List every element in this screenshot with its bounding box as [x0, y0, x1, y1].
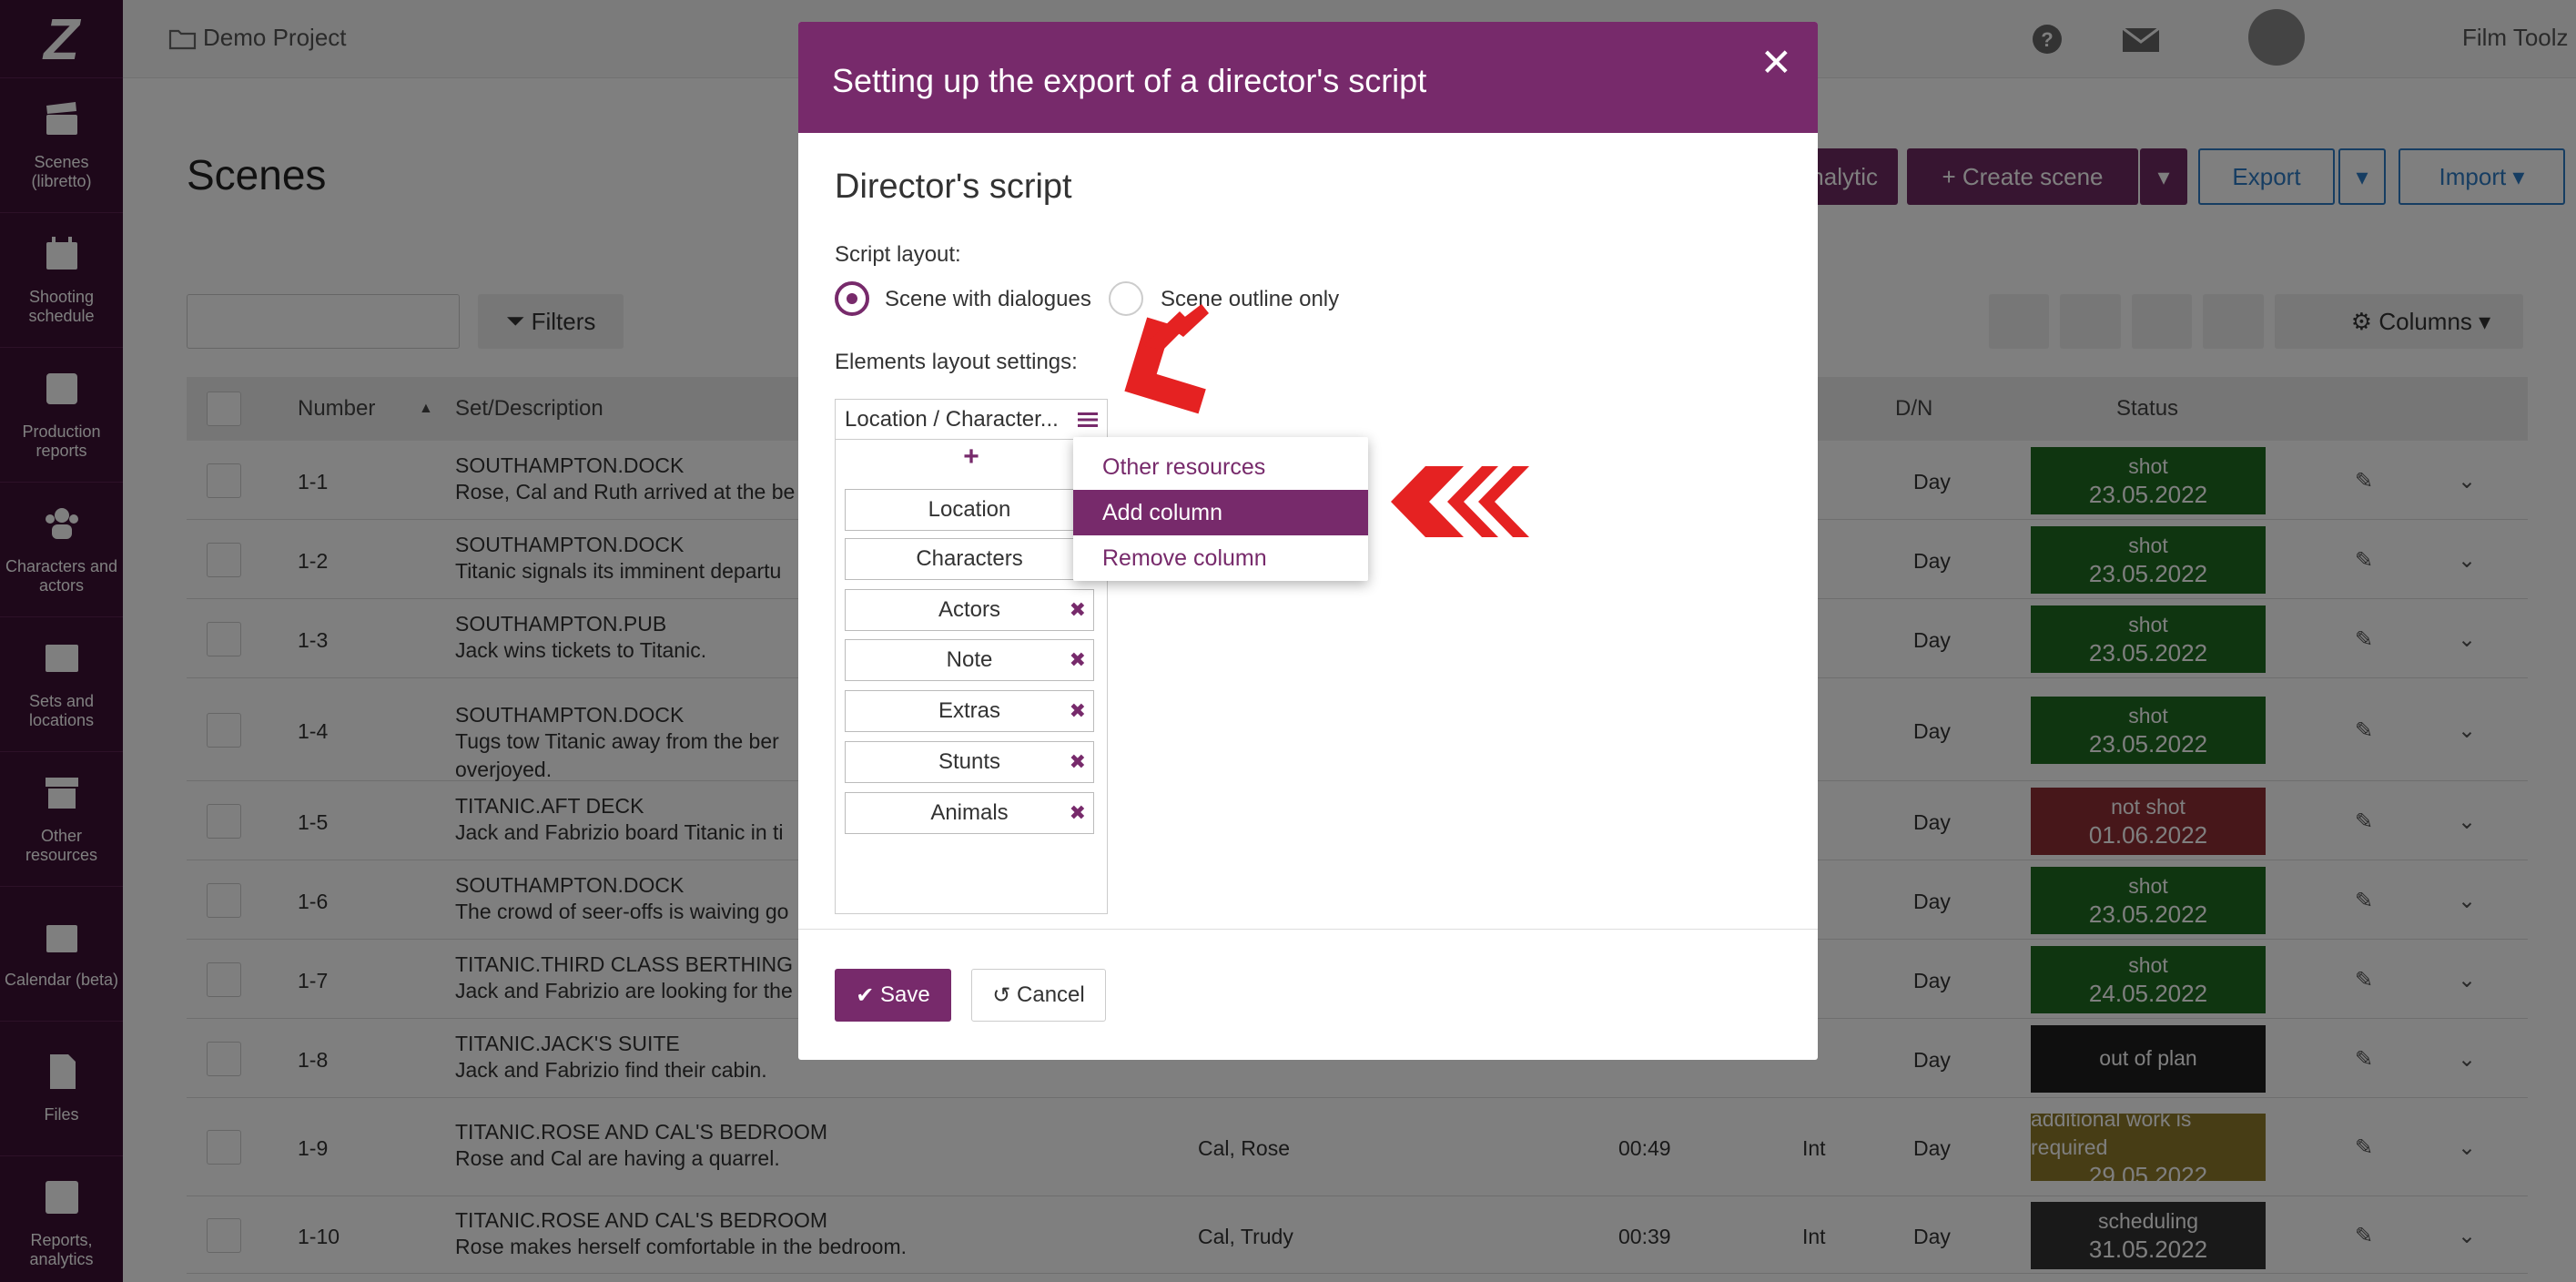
remove-icon[interactable]: ✖: [1070, 648, 1086, 672]
cancel-button[interactable]: ↺ Cancel: [971, 969, 1106, 1022]
close-icon[interactable]: ✕: [1760, 40, 1792, 85]
tutorial-arrow-add-column-icon: [1391, 466, 1529, 537]
script-layout-label: Script layout:: [835, 242, 961, 267]
column-box: Location / Character... + Location Charac…: [835, 399, 1108, 914]
element-actors[interactable]: Actors ✖: [845, 589, 1094, 631]
element-label: Characters: [916, 546, 1023, 571]
export-setup-modal: Setting up the export of a director's sc…: [798, 22, 1818, 1060]
column-header-label: Location / Character...: [845, 406, 1059, 432]
radio-scene-with-dialogues-label[interactable]: Scene with dialogues: [885, 287, 1091, 312]
elements-layout-label: Elements layout settings:: [835, 350, 1078, 374]
save-label: Save: [880, 982, 930, 1007]
remove-icon[interactable]: ✖: [1070, 750, 1086, 774]
element-stunts[interactable]: Stunts ✖: [845, 741, 1094, 783]
element-animals[interactable]: Animals ✖: [845, 792, 1094, 834]
element-label: Stunts: [938, 749, 1001, 774]
element-label: Actors: [938, 597, 1000, 622]
column-header: Location / Character...: [836, 400, 1107, 440]
modal-title: Setting up the export of a director's sc…: [798, 22, 1818, 133]
radio-scene-with-dialogues[interactable]: [835, 281, 869, 316]
undo-icon: ↺: [992, 982, 1018, 1008]
add-element-icon[interactable]: +: [836, 442, 1107, 473]
column-context-menu: Other resources Add column Remove column: [1073, 437, 1368, 581]
element-label: Animals: [930, 800, 1009, 825]
check-icon: ✔: [856, 982, 881, 1008]
hamburger-menu-icon[interactable]: [1078, 411, 1098, 429]
save-button[interactable]: ✔ Save: [835, 969, 951, 1022]
remove-icon[interactable]: ✖: [1070, 598, 1086, 622]
modal-subtitle: Director's script: [835, 168, 1072, 206]
element-location[interactable]: Location: [845, 489, 1094, 531]
element-characters[interactable]: Characters: [845, 538, 1094, 580]
menu-item-remove-column[interactable]: Remove column: [1073, 535, 1368, 581]
element-label: Note: [946, 647, 993, 672]
tutorial-arrow-icon: [1124, 304, 1209, 414]
element-label: Location: [928, 497, 1011, 522]
remove-icon[interactable]: ✖: [1070, 801, 1086, 825]
menu-item-add-column[interactable]: Add column: [1073, 490, 1368, 535]
cancel-label: Cancel: [1017, 982, 1085, 1007]
menu-item-other-resources[interactable]: Other resources: [1073, 444, 1368, 490]
element-label: Extras: [938, 698, 1000, 723]
remove-icon[interactable]: ✖: [1070, 699, 1086, 723]
element-note[interactable]: Note ✖: [845, 639, 1094, 681]
modal-footer-divider: [798, 929, 1818, 930]
element-extras[interactable]: Extras ✖: [845, 690, 1094, 732]
